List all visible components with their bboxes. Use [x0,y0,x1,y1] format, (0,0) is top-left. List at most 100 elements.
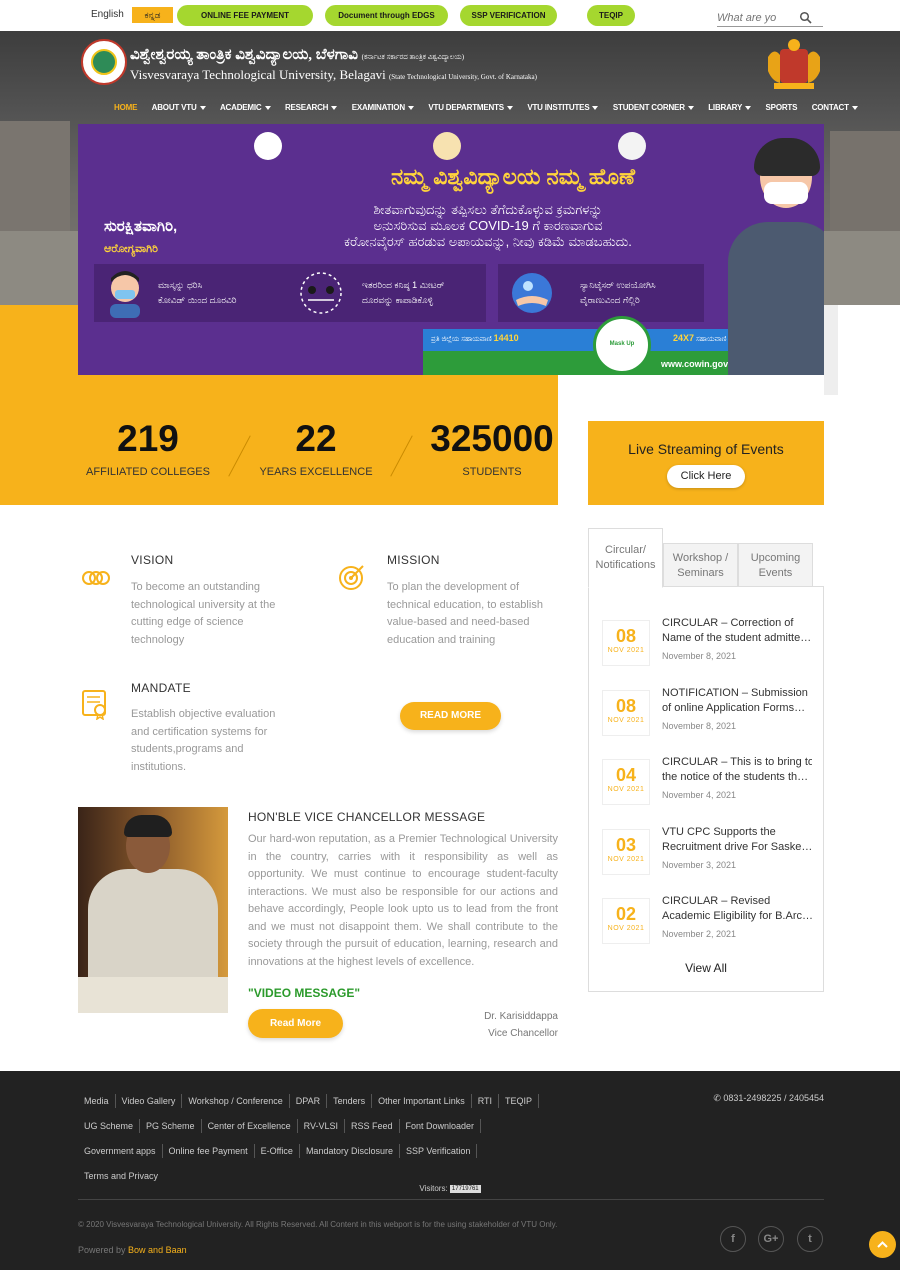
search-icon[interactable] [799,11,813,25]
stat-years-label: YEARS EXCELLENCE [259,466,373,478]
footer-link[interactable]: Government apps [78,1144,163,1158]
footer-link[interactable]: Online fee Payment [163,1144,255,1158]
banner-body-line: ಶೀತವಾಗುವುದನ್ನು ತಪ್ಪಿಸಲು ತೆಗೆದುಕೊಳ್ಳುವ ಕ್… [373,202,603,217]
powered-by-link[interactable]: Bow and Baan [128,1245,187,1255]
scroll-to-top-button[interactable] [869,1231,896,1258]
stat-divider [390,435,413,477]
search-box [717,9,823,27]
online-fee-payment-button[interactable]: ONLINE FEE PAYMENT [177,5,313,26]
video-message-link[interactable]: "VIDEO MESSAGE" [248,986,360,1000]
notice-title[interactable]: CIRCULAR – This is to bring to the notice… [662,755,812,784]
site-title-kannada-main: ವಿಶ್ವೇಶ್ವರಯ್ಯ ತಾಂತ್ರಿಕ ವಿಶ್ವವಿದ್ಯಾಲಯ, ಬೆ… [130,47,358,63]
vtu-logo[interactable] [81,39,127,85]
facebook-icon[interactable]: f [720,1226,746,1252]
nav-contact[interactable]: CONTACT [812,103,858,112]
nav-home[interactable]: HOME [114,103,137,112]
national-emblem-icon [254,132,282,160]
notice-item[interactable]: 08 NOV 2021 NOTIFICATION – Submission of o… [602,686,812,748]
nav-academic[interactable]: ACADEMIC [220,103,271,112]
mask-up-badge-text: Mask Up [609,341,635,347]
notice-item[interactable]: 04 NOV 2021 CIRCULAR – This is to bring t… [602,755,812,817]
nav-research[interactable]: RESEARCH [285,103,338,112]
footer-link[interactable]: RV-VLSI [298,1119,345,1133]
visitors-label: Visitors: [419,1184,448,1193]
caret-down-icon [264,105,271,110]
nav-label: HOME [114,103,138,112]
covid-banner[interactable]: ನಮ್ಮ ವಿಶ್ವವಿದ್ಯಾಲಯ ನಮ್ಮ ಹೊಣೆ ಶೀತವಾಗುವುದನ… [78,124,824,375]
mission-text: To plan the development of technical edu… [387,581,543,646]
footer-link[interactable]: Other Important Links [372,1094,472,1108]
banner-headline: ನಮ್ಮ ವಿಶ್ವವಿದ್ಯಾಲಯ ನಮ್ಮ ಹೊಣೆ [390,164,635,189]
notice-date-box: 03 NOV 2021 [602,829,650,875]
main-nav: HOME ABOUT VTU ACADEMIC RESEARCH EXAMINA… [114,97,868,112]
footer-link[interactable]: Mandatory Disclosure [300,1144,400,1158]
banner-tile-line: ಇತರರಿಂದ ಕನಿಷ್ಠ 1 ಮೀಟರ್ [362,280,445,290]
mission-title: MISSION [387,553,440,567]
footer-link[interactable]: Media [78,1094,116,1108]
footer-link[interactable]: Terms and Privacy [78,1169,164,1183]
search-input[interactable] [717,10,797,26]
cowin-url[interactable]: www.cowin.gov.in [661,359,738,369]
nav-student-corner[interactable]: STUDENT CORNER [613,103,694,112]
caret-down-icon [687,105,694,110]
nav-label: LIBRARY [708,103,743,112]
language-english-link[interactable]: English [91,9,124,20]
footer-link[interactable]: TEQIP [499,1094,540,1108]
vc-name: Dr. Karisiddappa [484,1011,558,1022]
tab-label: Circular/ [605,544,646,556]
nav-about-vtu[interactable]: ABOUT VTU [152,103,206,112]
footer-link[interactable]: Font Downloader [400,1119,482,1133]
read-more-button[interactable]: READ MORE [400,702,501,730]
footer-link[interactable]: E-Office [255,1144,300,1158]
google-plus-icon[interactable]: G+ [758,1226,784,1252]
notice-title-line: Name of the student admitte… [662,631,812,644]
nav-vtu-institutes[interactable]: VTU INSTITUTES [527,103,599,112]
live-streaming-button[interactable]: Click Here [667,465,745,488]
stat-students-number: 325000 [430,418,554,459]
notice-date-box: 04 NOV 2021 [602,759,650,805]
caret-down-icon [407,105,414,110]
notice-item[interactable]: 08 NOV 2021 CIRCULAR – Correction of Name … [602,616,812,678]
footer-link[interactable]: PG Scheme [140,1119,202,1133]
vtu-seal-icon [618,132,646,160]
language-kannada-button[interactable]: ಕನ್ನಡ [132,7,173,23]
banner-slogan-line2: ಆರೋಗ್ಯವಾಗಿರಿ [104,243,158,255]
footer-link[interactable]: DPAR [290,1094,328,1108]
certificate-icon [82,690,106,720]
notice-title[interactable]: NOTIFICATION – Submission of online Appli… [662,686,812,715]
vision-title: VISION [131,553,174,567]
nav-label: VTU INSTITUTES [527,103,590,112]
notice-title[interactable]: CIRCULAR – Correction of Name of the stud… [662,616,812,645]
document-edgs-button[interactable]: Document through EDGS [325,5,448,26]
nav-library[interactable]: LIBRARY [708,103,752,112]
notice-date: November 3, 2021 [662,860,737,870]
footer-link[interactable]: Tenders [327,1094,373,1108]
social-distance-icon [300,272,342,314]
tab-upcoming-events[interactable]: Upcoming Events [738,543,813,587]
footer-link[interactable]: RTI [472,1094,500,1108]
footer-link[interactable]: UG Scheme [78,1119,141,1133]
nav-label: SPORTS [765,103,798,112]
vc-read-more-button[interactable]: Read More [248,1009,343,1038]
nav-examination[interactable]: EXAMINATION [352,103,414,112]
notice-title[interactable]: CIRCULAR – Revised Academic Eligibility f… [662,894,812,923]
footer-link[interactable]: Center of Excellence [202,1119,298,1133]
tab-circular-notifications[interactable]: Circular/ Notifications [588,528,663,588]
teqip-button[interactable]: TEQIP [587,5,635,26]
notice-day: 04 [615,765,637,785]
footer-link[interactable]: Video Gallery [116,1094,183,1108]
notice-title[interactable]: VTU CPC Supports the Recruitment drive Fo… [662,825,812,854]
helpline-text: ಪ್ರತಿ ಜಿಲ್ಲೆಯ ಸಹಾಯವಾಣಿ 14410 [431,333,519,343]
tab-workshop-seminars[interactable]: Workshop / Seminars [663,543,738,587]
nav-sports[interactable]: SPORTS [766,103,798,112]
view-all-link[interactable]: View All [588,961,824,975]
tab-label: Notifications [595,559,656,571]
notice-item[interactable]: 02 NOV 2021 CIRCULAR – Revised Academic El… [602,894,812,956]
footer-link[interactable]: RSS Feed [345,1119,400,1133]
nav-vtu-departments[interactable]: VTU DEPARTMENTS [428,103,513,112]
twitter-icon[interactable]: t [797,1226,823,1252]
footer-link[interactable]: SSP Verification [400,1144,478,1158]
ssp-verification-button[interactable]: SSP VERIFICATION [460,5,557,26]
notice-item[interactable]: 03 NOV 2021 VTU CPC Supports the Recruitme… [602,825,812,887]
footer-link[interactable]: Workshop / Conference [182,1094,290,1108]
